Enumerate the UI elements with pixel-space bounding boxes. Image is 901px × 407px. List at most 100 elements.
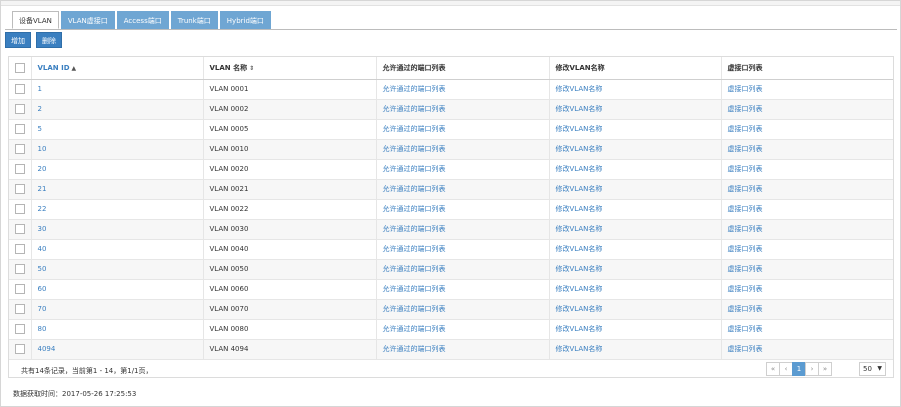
last-page-button[interactable]: » [818,362,832,376]
tab-access-port[interactable]: Access端口 [116,11,169,29]
modify-name-link[interactable]: 修改VLAN名称 [548,139,721,160]
table-footer: 共有14条记录，当前第1 - 14，第1/1页， « ‹ 1 › » 50 ▼ [9,362,893,378]
virtual-ports-link[interactable]: 虚接口列表 [720,339,893,360]
tab-vlan-virtual-interface[interactable]: VLAN虚接口 [60,11,115,29]
modify-name-link[interactable]: 修改VLAN名称 [548,179,721,200]
modify-name-link[interactable]: 修改VLAN名称 [548,199,721,220]
row-select-cell [9,199,31,220]
virtual-ports-link[interactable]: 虚接口列表 [720,219,893,240]
virtual-ports-link[interactable]: 虚接口列表 [720,239,893,260]
select-all-cell [9,57,31,80]
tab-trunk-port[interactable]: Trunk端口 [170,11,218,29]
row-checkbox[interactable] [15,244,25,254]
modify-name-link[interactable]: 修改VLAN名称 [548,339,721,360]
allowed-ports-link[interactable]: 允许通过的端口列表 [375,259,549,280]
virtual-ports-link[interactable]: 虚接口列表 [720,299,893,320]
row-checkbox[interactable] [15,284,25,294]
modify-name-link[interactable]: 修改VLAN名称 [548,259,721,280]
modify-name-link[interactable]: 修改VLAN名称 [548,159,721,180]
allowed-ports-link[interactable]: 允许通过的端口列表 [375,279,549,300]
virtual-ports-link[interactable]: 虚接口列表 [720,99,893,120]
vlan-id-cell[interactable]: 2 [30,99,203,120]
row-select-cell [9,299,31,320]
header-vlan-id[interactable]: VLAN ID ▲ [30,57,203,80]
add-button[interactable]: 增加 [5,32,31,48]
virtual-ports-link[interactable]: 虚接口列表 [720,139,893,160]
vlan-id-cell[interactable]: 50 [30,259,203,280]
row-checkbox[interactable] [15,324,25,334]
vlan-id-cell[interactable]: 5 [30,119,203,140]
allowed-ports-link[interactable]: 允许通过的端口列表 [375,239,549,260]
row-checkbox[interactable] [15,104,25,114]
virtual-ports-link[interactable]: 虚接口列表 [720,319,893,340]
vlan-id-cell[interactable]: 21 [30,179,203,200]
vlan-id-cell[interactable]: 80 [30,319,203,340]
vlan-id-cell[interactable]: 4094 [30,339,203,360]
vlan-name-cell: VLAN 4094 [202,339,376,360]
vlan-name-cell: VLAN 0060 [202,279,376,300]
tab-hybrid-port[interactable]: Hybrid端口 [219,11,271,29]
vlan-id-cell[interactable]: 70 [30,299,203,320]
row-checkbox[interactable] [15,224,25,234]
current-page-button[interactable]: 1 [792,362,806,376]
header-virtual-ports: 虚接口列表 [720,57,893,80]
row-checkbox[interactable] [15,164,25,174]
allowed-ports-link[interactable]: 允许通过的端口列表 [375,119,549,140]
header-vlan-name[interactable]: VLAN 名称 ⇕ [202,57,376,80]
vlan-id-cell[interactable]: 10 [30,139,203,160]
allowed-ports-link[interactable]: 允许通过的端口列表 [375,139,549,160]
row-select-cell [9,319,31,340]
row-checkbox[interactable] [15,184,25,194]
virtual-ports-link[interactable]: 虚接口列表 [720,79,893,100]
allowed-ports-link[interactable]: 允许通过的端口列表 [375,319,549,340]
virtual-ports-link[interactable]: 虚接口列表 [720,119,893,140]
row-checkbox[interactable] [15,144,25,154]
table-header-row: VLAN ID ▲ VLAN 名称 ⇕ 允许通过的端口列表 修改VLAN名称 虚接口… [9,57,893,80]
allowed-ports-link[interactable]: 允许通过的端口列表 [375,179,549,200]
virtual-ports-link[interactable]: 虚接口列表 [720,159,893,180]
allowed-ports-link[interactable]: 允许通过的端口列表 [375,299,549,320]
allowed-ports-link[interactable]: 允许通过的端口列表 [375,159,549,180]
row-checkbox[interactable] [15,124,25,134]
row-select-cell [9,159,31,180]
row-checkbox[interactable] [15,204,25,214]
prev-page-button[interactable]: ‹ [779,362,793,376]
modify-name-link[interactable]: 修改VLAN名称 [548,219,721,240]
vlan-id-cell[interactable]: 60 [30,279,203,300]
page-size-select[interactable]: 50 ▼ [859,362,886,376]
modify-name-link[interactable]: 修改VLAN名称 [548,119,721,140]
delete-button[interactable]: 删除 [36,32,62,48]
allowed-ports-link[interactable]: 允许通过的端口列表 [375,339,549,360]
modify-name-link[interactable]: 修改VLAN名称 [548,79,721,100]
row-checkbox[interactable] [15,344,25,354]
modify-name-link[interactable]: 修改VLAN名称 [548,239,721,260]
vlan-id-cell[interactable]: 30 [30,219,203,240]
modify-name-link[interactable]: 修改VLAN名称 [548,319,721,340]
allowed-ports-link[interactable]: 允许通过的端口列表 [375,219,549,240]
allowed-ports-link[interactable]: 允许通过的端口列表 [375,199,549,220]
vlan-id-cell[interactable]: 1 [30,79,203,100]
virtual-ports-link[interactable]: 虚接口列表 [720,279,893,300]
modify-name-link[interactable]: 修改VLAN名称 [548,99,721,120]
vlan-table: VLAN ID ▲ VLAN 名称 ⇕ 允许通过的端口列表 修改VLAN名称 虚接口… [9,57,893,360]
virtual-ports-link[interactable]: 虚接口列表 [720,199,893,220]
row-checkbox[interactable] [15,84,25,94]
vlan-id-cell[interactable]: 40 [30,239,203,260]
row-checkbox[interactable] [15,304,25,314]
select-all-checkbox[interactable] [15,62,25,73]
table-row: 22 VLAN 0022 允许通过的端口列表 修改VLAN名称 虚接口列表 [9,199,893,220]
modify-name-link[interactable]: 修改VLAN名称 [548,279,721,300]
vlan-name-cell: VLAN 0002 [202,99,376,120]
vlan-id-cell[interactable]: 22 [30,199,203,220]
allowed-ports-link[interactable]: 允许通过的端口列表 [375,79,549,100]
page-size-value: 50 [863,365,872,373]
virtual-ports-link[interactable]: 虚接口列表 [720,259,893,280]
vlan-id-cell[interactable]: 20 [30,159,203,180]
allowed-ports-link[interactable]: 允许通过的端口列表 [375,99,549,120]
virtual-ports-link[interactable]: 虚接口列表 [720,179,893,200]
first-page-button[interactable]: « [766,362,780,376]
tab-device-vlan[interactable]: 设备VLAN [12,11,59,29]
row-checkbox[interactable] [15,264,25,274]
next-page-button[interactable]: › [805,362,819,376]
modify-name-link[interactable]: 修改VLAN名称 [548,299,721,320]
